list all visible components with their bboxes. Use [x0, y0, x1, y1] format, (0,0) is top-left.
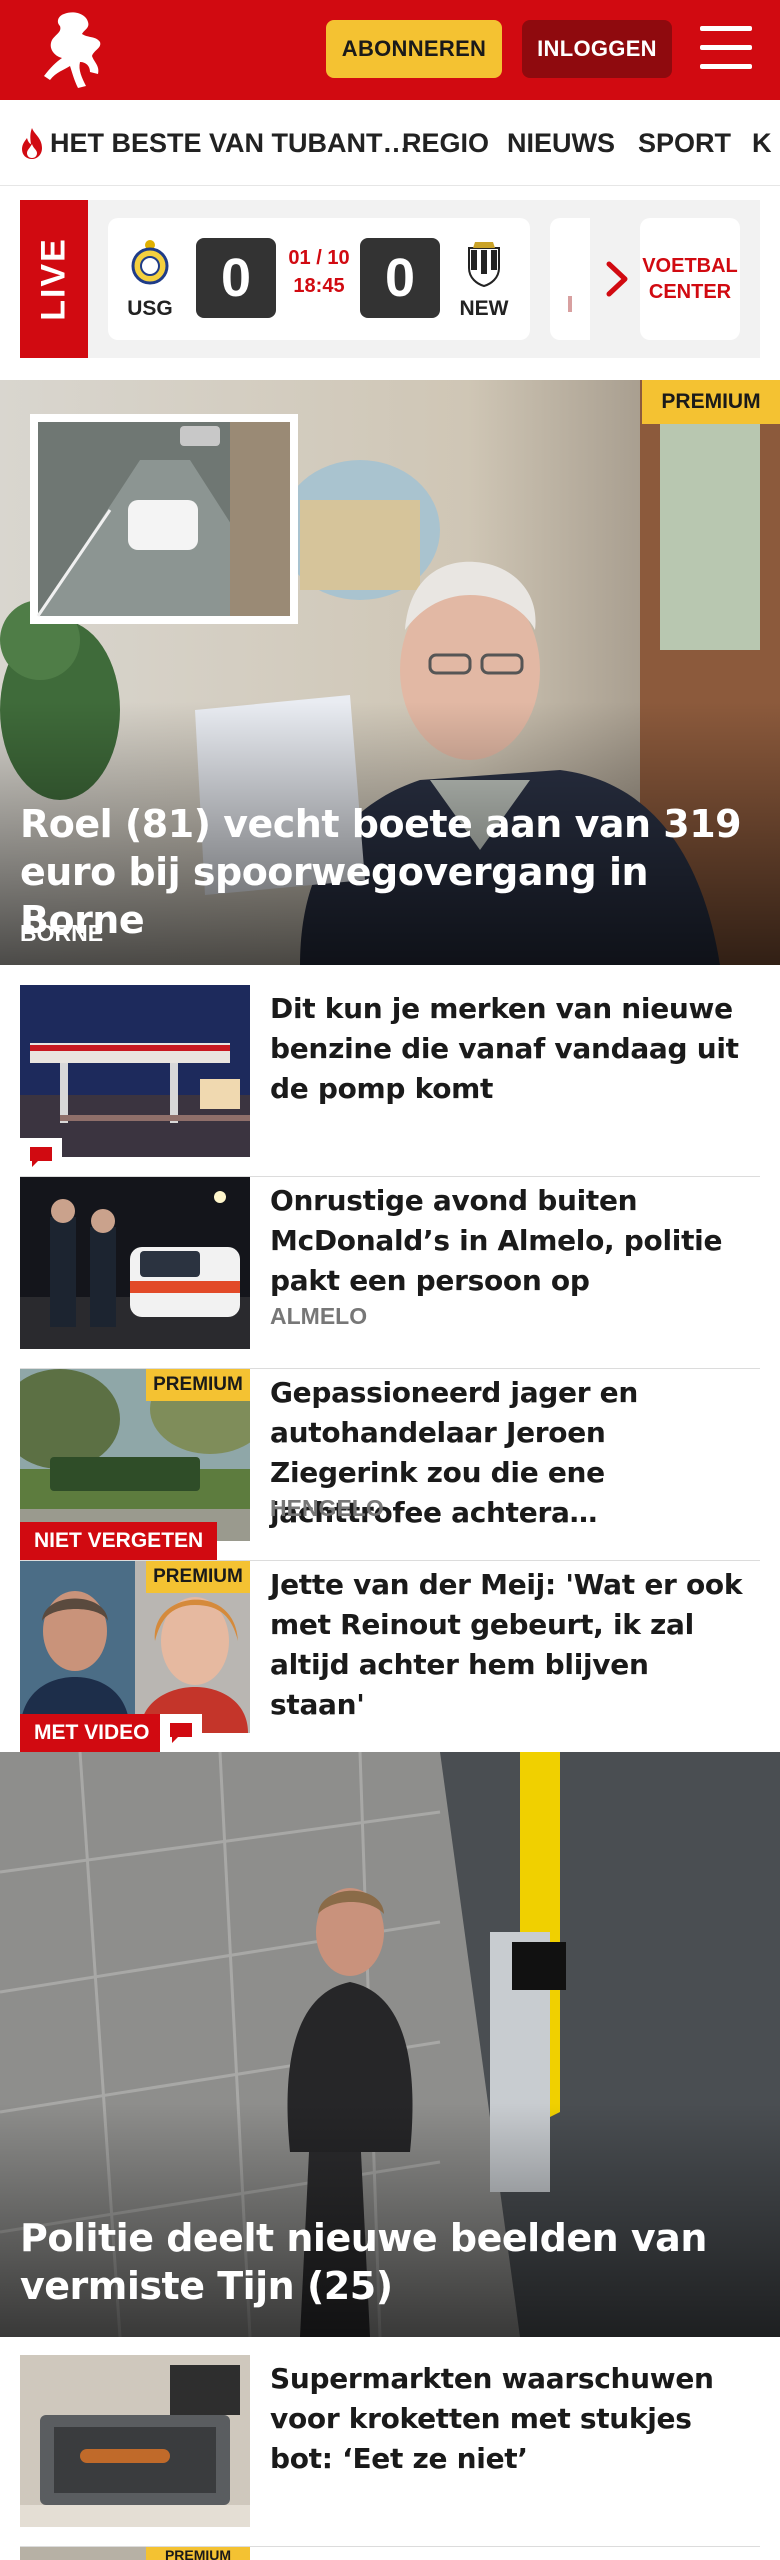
nav-item-regio[interactable]: REGIO	[402, 100, 489, 185]
usg-crest-icon	[131, 240, 169, 285]
list-item[interactable]: Dit kun je merken van nieuwe benzine die…	[20, 985, 760, 1177]
top-header: ABONNEREN INLOGGEN	[0, 0, 780, 100]
premium-badge: PREMIUM	[146, 1369, 250, 1401]
premium-badge: PREMIUM	[642, 380, 780, 424]
comment-icon	[160, 1714, 202, 1752]
nav-item-sport[interactable]: SPORT	[638, 100, 731, 185]
match-card[interactable]: USG 0 01 / 10 18:45 0 NEW	[108, 218, 530, 340]
voetbal-center-link[interactable]: VOETBAL CENTER	[640, 218, 740, 340]
next-match-card[interactable]	[550, 218, 590, 340]
section-nav: HET BESTE VAN TUBANT… REGIO NIEUWS SPORT…	[0, 100, 780, 186]
list-item[interactable]: PREMIUM NIET VERGETEN Gepassioneerd jage…	[20, 1369, 760, 1561]
away-team: NEW	[454, 238, 514, 321]
niet-vergeten-label: NIET VERGETEN	[20, 1522, 218, 1560]
article-title[interactable]: Supermarkten waarschuwen voor kroketten …	[270, 2359, 750, 2479]
match-datetime: 01 / 10 18:45	[288, 247, 350, 297]
nav-item-best-of[interactable]: HET BESTE VAN TUBANT…	[18, 100, 410, 185]
article-thumbnail	[20, 985, 250, 1157]
hero-article[interactable]: PREMIUM Roel (81) vecht boete aan van 31…	[0, 380, 780, 965]
article-title[interactable]: Jette van der Meij: 'Wat er ook met Rein…	[270, 1565, 750, 1725]
list-item[interactable]: PREMIUM	[20, 2547, 760, 2560]
home-team: USG	[120, 238, 180, 321]
login-button[interactable]: INLOGGEN	[522, 20, 672, 78]
tubantia-horse-logo[interactable]	[34, 8, 106, 94]
article-thumbnail	[20, 1177, 250, 1349]
met-video-label: MET VIDEO	[20, 1714, 164, 1752]
newcastle-crest-icon	[468, 242, 500, 288]
comment-icon	[20, 1138, 62, 1176]
list-item[interactable]: Onrustige avond buiten McDonald’s in Alm…	[20, 1177, 760, 1369]
away-score: 0	[360, 238, 440, 318]
article-title[interactable]: Dit kun je merken van nieuwe benzine die…	[270, 989, 750, 1109]
premium-badge: PREMIUM	[146, 2547, 250, 2560]
list-item[interactable]: PREMIUM MET VIDEO Jette van der Meij: 'W…	[20, 1561, 760, 1753]
chevron-right-icon[interactable]	[604, 260, 630, 298]
hero-article[interactable]: Politie deelt nieuwe beelden van vermist…	[0, 1752, 780, 2337]
list-item[interactable]: Supermarkten waarschuwen voor kroketten …	[20, 2355, 760, 2547]
nav-item-nieuws[interactable]: NIEUWS	[507, 100, 615, 185]
home-score: 0	[196, 238, 276, 318]
subscribe-button[interactable]: ABONNEREN	[326, 20, 502, 78]
nav-item-label: HET BESTE VAN TUBANT…	[50, 127, 410, 158]
hero-title[interactable]: Politie deelt nieuwe beelden van vermist…	[20, 2214, 760, 2310]
flame-icon	[22, 128, 42, 159]
nav-item-more[interactable]: K	[752, 100, 772, 185]
live-tag: LIVE	[20, 200, 88, 358]
article-title[interactable]: Onrustige avond buiten McDonald’s in Alm…	[270, 1181, 750, 1301]
hamburger-menu-icon[interactable]	[700, 26, 752, 72]
hero-title[interactable]: Roel (81) vecht boete aan van 319 euro b…	[20, 800, 760, 944]
hero-location: BORNE	[20, 920, 104, 946]
live-scores-bar: LIVE USG 0 01 / 10 18:45 0 NEW VOETBAL C…	[20, 200, 760, 358]
premium-badge: PREMIUM	[146, 1561, 250, 1593]
article-thumbnail	[20, 2355, 250, 2527]
article-location: ALMELO	[270, 1303, 368, 1329]
article-location: HENGELO	[270, 1495, 384, 1521]
